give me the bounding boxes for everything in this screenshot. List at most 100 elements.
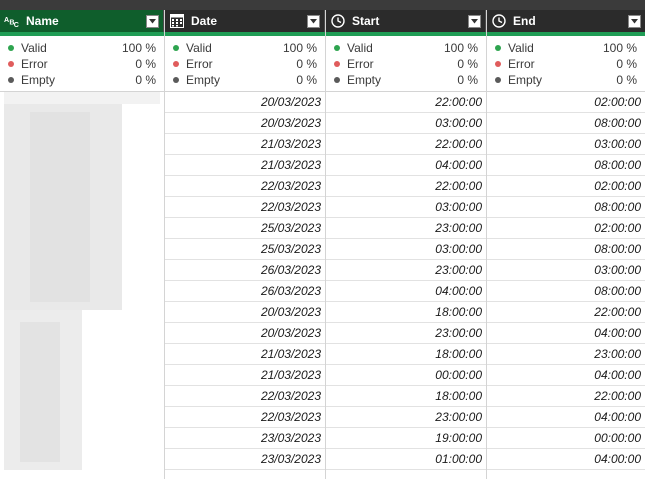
profile-valid: Valid 100 % [165, 40, 325, 56]
column-header-label: Name [26, 14, 59, 28]
error-dot-icon [495, 61, 501, 67]
chevron-down-icon [149, 18, 156, 23]
table-cell[interactable]: 23:00:00 [326, 260, 486, 281]
table-cell[interactable]: 23:00:00 [326, 218, 486, 239]
table-cell[interactable]: 19:00:00 [326, 428, 486, 449]
table-cell[interactable]: 21/03/2023 [165, 365, 325, 386]
profile-error: Error 0 % [487, 56, 645, 72]
table-cell[interactable]: 01:00:00 [326, 449, 486, 470]
table-cell[interactable]: 03:00:00 [326, 113, 486, 134]
table-cell[interactable]: 26/03/2023 [165, 260, 325, 281]
table-cell[interactable]: 04:00:00 [487, 323, 645, 344]
table-cell[interactable]: 22:00:00 [326, 176, 486, 197]
filter-dropdown-button[interactable] [146, 14, 159, 28]
table-cell[interactable]: 23/03/2023 [165, 449, 325, 470]
abc-text-type-icon[interactable]: A B C [4, 13, 20, 29]
table-cell[interactable]: 04:00:00 [487, 407, 645, 428]
column-name: A B C Name Valid 100 % Error 0 % Empty 0… [0, 10, 165, 479]
table-cell[interactable]: 22/03/2023 [165, 407, 325, 428]
table-cell[interactable]: 22:00:00 [487, 302, 645, 323]
table-cell[interactable]: 08:00:00 [487, 197, 645, 218]
column-header-name[interactable]: A B C Name [0, 10, 164, 32]
end-values: 02:00:00 08:00:00 03:00:00 08:00:00 02:00:00… [487, 92, 645, 470]
profile-error: Error 0 % [165, 56, 325, 72]
date-values: 20/03/2023 20/03/2023 21/03/2023 21/03/2023… [165, 92, 325, 470]
table-cell[interactable]: 21/03/2023 [165, 155, 325, 176]
column-header-start[interactable]: Start [326, 10, 486, 32]
table-cell[interactable]: 18:00:00 [326, 386, 486, 407]
table-cell[interactable]: 22:00:00 [487, 386, 645, 407]
profile-empty: Empty 0 % [326, 72, 486, 88]
clock-icon[interactable] [491, 13, 507, 29]
column-end: End Valid 100 % Error 0 % Empty 0 % 02:0… [487, 10, 645, 479]
table-cell[interactable]: 04:00:00 [326, 155, 486, 176]
table-cell[interactable]: 02:00:00 [487, 92, 645, 113]
filter-dropdown-button[interactable] [307, 14, 320, 28]
profile-error: Error 0 % [0, 56, 164, 72]
column-header-date[interactable]: Date [165, 10, 325, 32]
profile-empty: Empty 0 % [487, 72, 645, 88]
column-header-label: End [513, 14, 536, 28]
filter-dropdown-button[interactable] [468, 14, 481, 28]
profile-empty: Empty 0 % [0, 72, 164, 88]
chevron-down-icon [471, 18, 478, 23]
svg-text:A: A [4, 16, 9, 24]
table-cell[interactable]: 02:00:00 [487, 176, 645, 197]
empty-dot-icon [495, 77, 501, 83]
table-cell[interactable]: 03:00:00 [326, 197, 486, 218]
clock-icon[interactable] [330, 13, 346, 29]
table-cell[interactable]: 00:00:00 [487, 428, 645, 449]
column-profile-end: Valid 100 % Error 0 % Empty 0 % [487, 36, 645, 92]
profile-error: Error 0 % [326, 56, 486, 72]
profile-valid: Valid 100 % [0, 40, 164, 56]
start-values: 22:00:00 03:00:00 22:00:00 04:00:00 22:00:00… [326, 92, 486, 470]
profile-empty: Empty 0 % [165, 72, 325, 88]
table-cell[interactable]: 03:00:00 [326, 239, 486, 260]
table-cell[interactable]: 08:00:00 [487, 155, 645, 176]
table-cell[interactable]: 23:00:00 [326, 323, 486, 344]
filter-dropdown-button[interactable] [628, 14, 641, 28]
table-cell[interactable]: 08:00:00 [487, 281, 645, 302]
table-cell[interactable]: 08:00:00 [487, 239, 645, 260]
valid-dot-icon [495, 45, 501, 51]
table-cell[interactable]: 21/03/2023 [165, 134, 325, 155]
table-cell[interactable]: 22:00:00 [326, 134, 486, 155]
redacted-name-values [0, 92, 165, 479]
table-cell[interactable]: 18:00:00 [326, 302, 486, 323]
table-cell[interactable]: 26/03/2023 [165, 281, 325, 302]
table-cell[interactable]: 08:00:00 [487, 113, 645, 134]
table-cell[interactable]: 20/03/2023 [165, 92, 325, 113]
table-cell[interactable]: 04:00:00 [487, 365, 645, 386]
valid-dot-icon [334, 45, 340, 51]
table-cell[interactable]: 22/03/2023 [165, 386, 325, 407]
table-cell[interactable]: 04:00:00 [487, 449, 645, 470]
table-cell[interactable]: 02:00:00 [487, 218, 645, 239]
table-cell[interactable]: 03:00:00 [487, 134, 645, 155]
error-dot-icon [8, 61, 14, 67]
valid-dot-icon [8, 45, 14, 51]
column-profile-start: Valid 100 % Error 0 % Empty 0 % [326, 36, 486, 92]
table-cell[interactable]: 22:00:00 [326, 92, 486, 113]
table-cell[interactable]: 03:00:00 [487, 260, 645, 281]
table-cell[interactable]: 23:00:00 [487, 344, 645, 365]
table-cell[interactable]: 23/03/2023 [165, 428, 325, 449]
empty-dot-icon [334, 77, 340, 83]
svg-text:C: C [14, 21, 19, 29]
table-cell[interactable]: 25/03/2023 [165, 218, 325, 239]
table-cell[interactable]: 22/03/2023 [165, 197, 325, 218]
table-cell[interactable]: 00:00:00 [326, 365, 486, 386]
table-cell[interactable]: 20/03/2023 [165, 302, 325, 323]
chevron-down-icon [310, 18, 317, 23]
column-header-end[interactable]: End [487, 10, 645, 32]
table-cell[interactable]: 20/03/2023 [165, 323, 325, 344]
data-grid: A B C Name Valid 100 % Error 0 % Empty 0… [0, 10, 645, 479]
table-cell[interactable]: 25/03/2023 [165, 239, 325, 260]
table-cell[interactable]: 21/03/2023 [165, 344, 325, 365]
error-dot-icon [334, 61, 340, 67]
table-cell[interactable]: 04:00:00 [326, 281, 486, 302]
calendar-grid-icon[interactable] [169, 13, 185, 29]
table-cell[interactable]: 22/03/2023 [165, 176, 325, 197]
table-cell[interactable]: 18:00:00 [326, 344, 486, 365]
table-cell[interactable]: 23:00:00 [326, 407, 486, 428]
table-cell[interactable]: 20/03/2023 [165, 113, 325, 134]
